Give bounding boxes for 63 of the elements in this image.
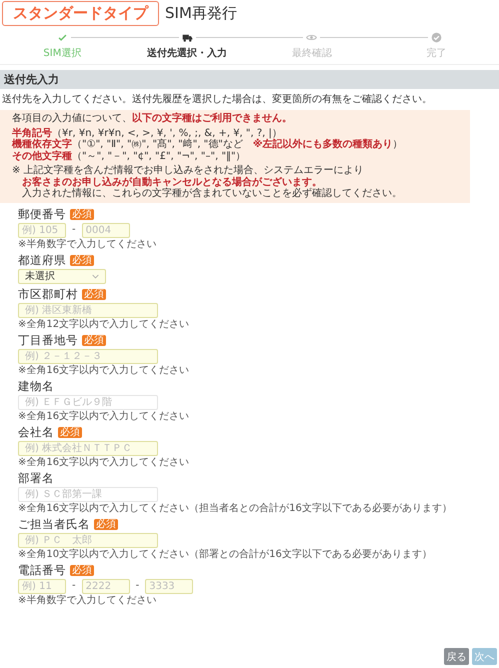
input-field[interactable]: 例) 11 xyxy=(18,578,66,594)
field-label: 部署名 xyxy=(18,470,54,486)
field-label: 都道府県 xyxy=(18,252,66,268)
input-field[interactable]: 例) ＰＣ 太郎 xyxy=(18,532,158,548)
step-label: SIM選択 xyxy=(43,47,82,60)
input-field[interactable]: 例) ＥＦＧビル９階 xyxy=(18,394,158,410)
step-label: 送付先選択・入力 xyxy=(147,46,228,60)
section-heading: 送付先入力 xyxy=(0,70,499,89)
select-field[interactable]: 未選択 xyxy=(18,268,106,284)
input-field[interactable]: 例) ２－１２－３ xyxy=(18,348,158,364)
help-text: ※全角16文字以内で入力してください（担当者名との合計が16文字以下である必要があります） xyxy=(18,502,453,514)
plan-type-label: スタンダードタイプ xyxy=(2,1,159,26)
check-circle-icon xyxy=(431,32,442,43)
help-text: ※半角数字で入力してください xyxy=(18,238,158,250)
eye-icon xyxy=(306,32,318,43)
input-field[interactable]: 例) 港区東新橋 xyxy=(18,302,158,318)
help-text: ※全角10文字以内で入力してください（部署との合計が16文字以下である必要があります） xyxy=(18,548,433,560)
field-label: 市区郡町村 xyxy=(18,286,78,302)
help-text: ※全角12文字以内で入力してください xyxy=(18,318,190,330)
help-text: ※全角16文字以内で入力してください xyxy=(18,410,190,422)
input-field[interactable]: 2222 xyxy=(82,578,130,594)
step-label: 最終確認 xyxy=(292,46,332,60)
required-badge: 必須 xyxy=(94,518,118,530)
required-badge: 必須 xyxy=(58,426,82,438)
field-label: 建物名 xyxy=(18,378,54,394)
truck-icon xyxy=(182,32,193,43)
input-field[interactable]: 例) 株式会社ＮＴＴＰＣ xyxy=(18,440,158,456)
separator: - xyxy=(136,580,140,591)
check-icon xyxy=(56,32,68,43)
rule-label: その他文字種 xyxy=(12,150,72,162)
required-badge: 必須 xyxy=(82,288,106,300)
help-text: ※半角数字で入力してください xyxy=(18,594,158,606)
rule-text: （"～", "－", "¢", "£", "¬", "–", "‖"） xyxy=(72,150,246,162)
separator: - xyxy=(72,224,76,235)
required-badge: 必須 xyxy=(70,254,94,266)
back-button[interactable]: 戻る xyxy=(444,648,469,665)
field-label: 会社名 xyxy=(18,424,54,440)
page-title: SIM再発行 xyxy=(165,4,237,23)
help-text: ※全角16文字以内で入力してください xyxy=(18,456,190,468)
input-field[interactable]: 例) ＳＣ部第一課 xyxy=(18,486,158,502)
rule-text: （"①", "Ⅱ", "㈱", "髙", "﨑", "德"など ※左記以外にも多数の種類あり） xyxy=(72,139,403,150)
field-label: 電話番号 xyxy=(18,562,66,578)
help-text: ※全角16文字以内で入力してください xyxy=(18,364,190,376)
required-badge: 必須 xyxy=(70,564,94,576)
notice-text: 入力された情報に、これらの文字種が含まれていないことを必ず確認してください。 xyxy=(21,188,403,200)
step-label: 完了 xyxy=(426,46,447,60)
field-label: 郵便番号 xyxy=(18,206,66,222)
field-label: ご担当者氏名 xyxy=(18,516,90,532)
input-field[interactable]: 例) 105 xyxy=(18,222,66,238)
required-badge: 必須 xyxy=(82,334,106,346)
rule-text: （¥r, ¥n, ¥r¥n, <, >, ¥, ', %, ;, &, +, ¥, ", ?, |） xyxy=(52,128,282,138)
notice-text: 各項目の入力値について、以下の文字種はご利用できません。 xyxy=(12,113,293,124)
separator: - xyxy=(72,580,76,591)
input-field[interactable]: 0004 xyxy=(82,222,130,238)
required-badge: 必須 xyxy=(70,208,94,220)
notice-text: ※ 上記文字種を含んだ情報でお申し込みをされた場合、システムエラーにより xyxy=(12,165,365,176)
chevron-down-icon xyxy=(92,274,99,278)
notice-text: お客さまのお申し込みが自動キャンセルとなる場合がございます。 xyxy=(21,176,323,188)
input-field[interactable]: 3333 xyxy=(145,578,194,594)
rule-label: 機種依存文字 xyxy=(12,139,72,150)
field-label: 丁目番地号 xyxy=(18,332,78,348)
intro-text: 送付先を入力してください。送付先履歴を選択した場合は、変更箇所の有無をご確認ください。 xyxy=(1,92,433,107)
rule-label: 半角記号 xyxy=(12,128,52,138)
